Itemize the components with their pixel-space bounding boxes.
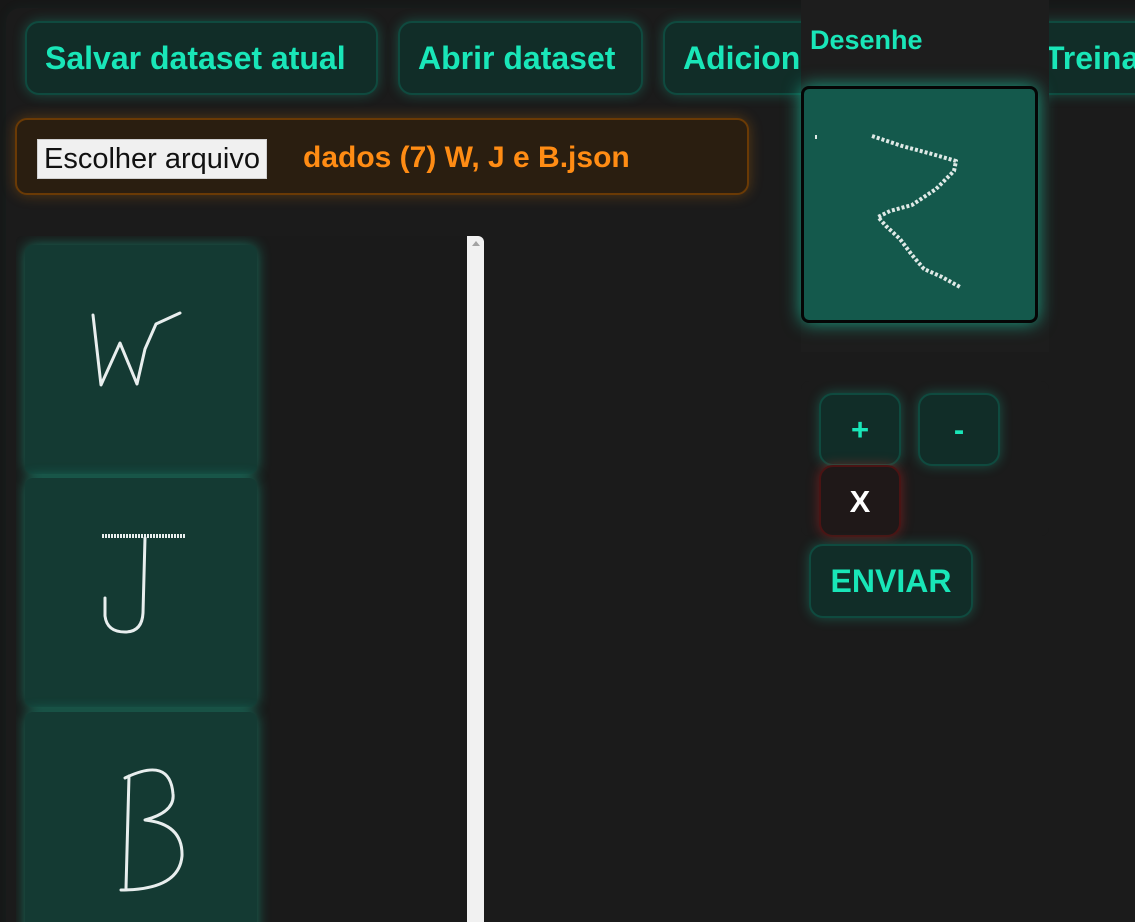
scroll-up-icon[interactable] — [472, 241, 480, 246]
gallery-item-w[interactable] — [25, 245, 257, 474]
drawing-panel-title: Desenhe — [810, 25, 923, 55]
drawing-canvas[interactable] — [801, 86, 1038, 323]
decrease-brush-button[interactable]: - — [918, 393, 1000, 466]
app-window: Salvar dataset atual Abrir dataset Adici… — [0, 0, 1135, 922]
drawing-gallery — [16, 236, 484, 922]
clear-canvas-button[interactable]: X — [819, 465, 901, 537]
drawing-panel: Desenhe — [801, 0, 1049, 352]
gallery-item-b[interactable] — [25, 712, 257, 922]
choose-file-button[interactable]: Escolher arquivo — [37, 139, 267, 179]
file-input-row: Escolher arquivo dados (7) W, J e B.json — [15, 118, 749, 195]
increase-brush-button[interactable]: + — [819, 393, 901, 466]
letter-b-drawing — [119, 768, 184, 892]
open-dataset-button[interactable]: Abrir dataset — [398, 21, 643, 95]
letter-w-drawing — [91, 311, 182, 387]
gallery-item-j[interactable] — [25, 478, 257, 707]
gallery-scrollbar[interactable] — [467, 236, 484, 922]
selected-file-name: dados (7) W, J e B.json — [303, 141, 630, 174]
letter-j-drawing — [102, 534, 185, 634]
canvas-stroke-z — [815, 134, 961, 289]
send-button[interactable]: ENVIAR — [809, 544, 973, 618]
save-dataset-button[interactable]: Salvar dataset atual — [25, 21, 378, 95]
brush-controls: + - X — [801, 381, 1049, 537]
